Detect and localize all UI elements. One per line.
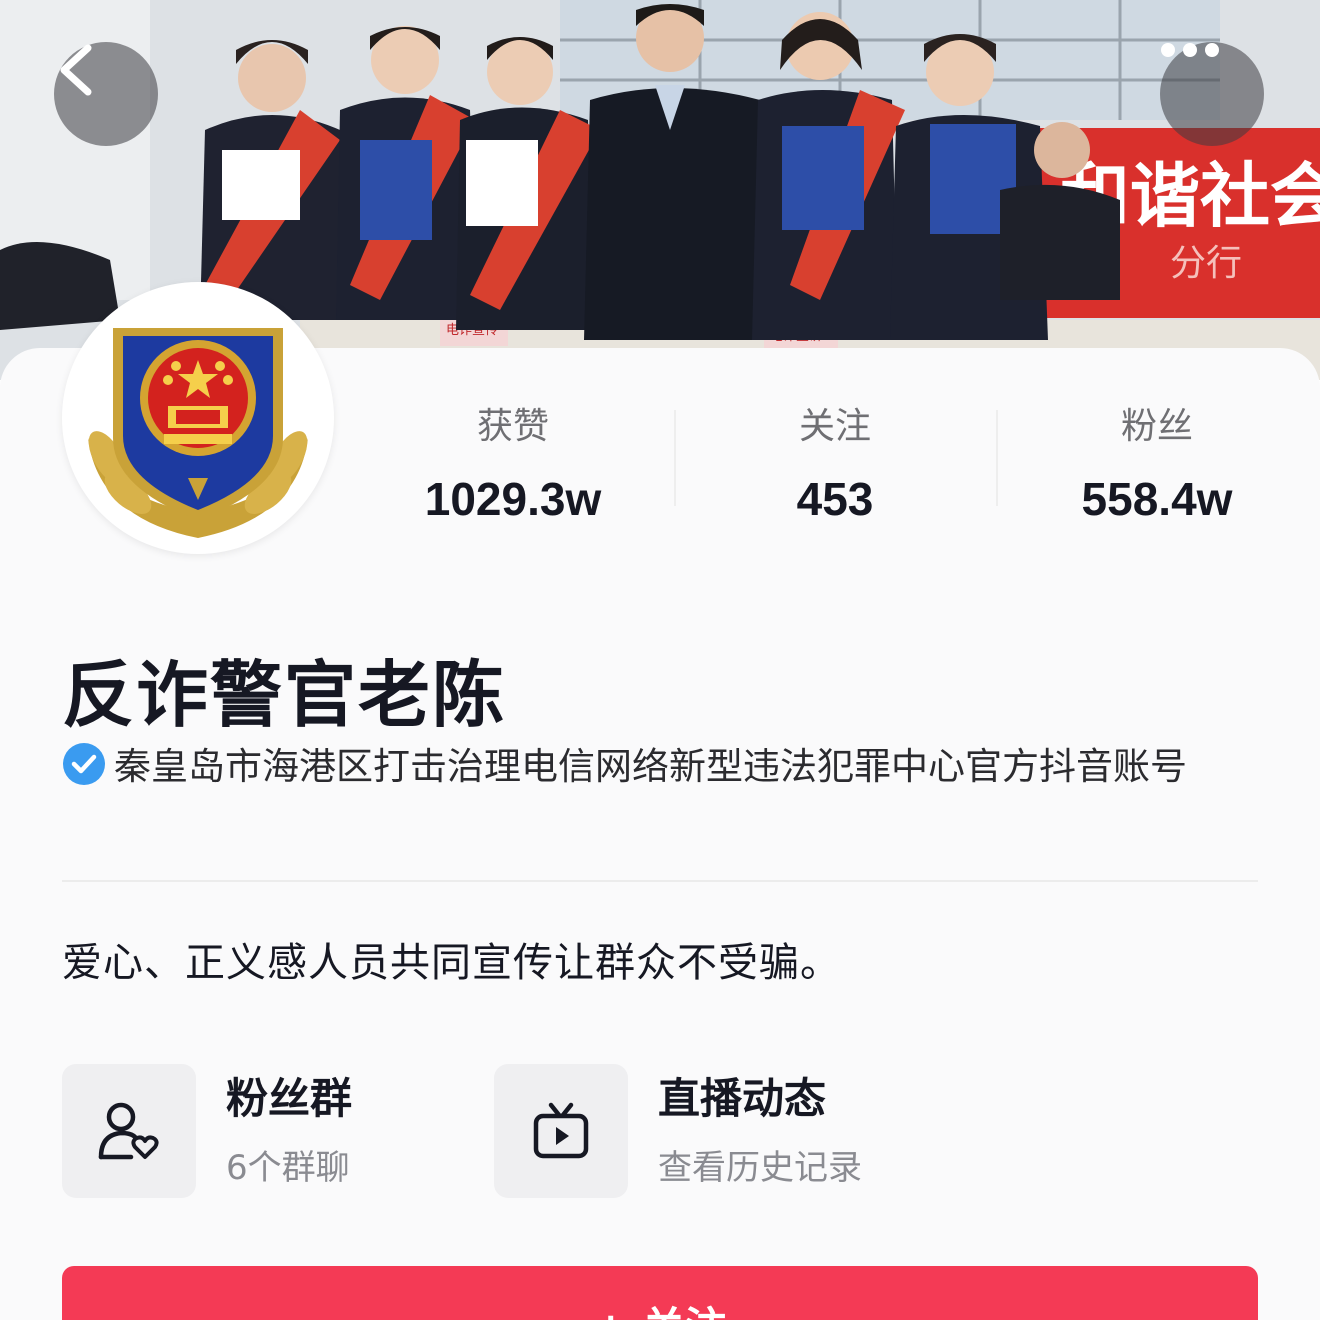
profile-name: 反诈警官老陈 (62, 653, 507, 737)
tv-play-icon (533, 1102, 589, 1159)
more-dots-icon (1161, 43, 1219, 57)
fans-group-title: 粉丝群 (226, 1074, 353, 1123)
live-entry[interactable]: 直播动态 查看历史记录 (494, 1064, 862, 1198)
cover-banner-sub: 分行 (1170, 243, 1242, 284)
verification-text: 秦皇岛市海港区打击治理电信网络新型违法犯罪中心官方抖音账号 (114, 745, 1187, 788)
stat-following[interactable]: 关注 453 (674, 398, 996, 528)
chevron-left-icon (60, 44, 92, 96)
stat-following-value: 453 (796, 473, 874, 525)
divider (62, 880, 1258, 882)
profile-stats: 获赞 1029.3w 关注 453 粉丝 558.4w (352, 398, 1320, 528)
follow-button-label: + 关注 (593, 1294, 727, 1320)
stat-following-label: 关注 (798, 406, 871, 447)
fans-group-subtitle: 6个群聊 (226, 1148, 350, 1188)
avatar[interactable] (62, 282, 334, 554)
back-button[interactable] (54, 42, 158, 146)
stat-likes-label: 获赞 (476, 406, 549, 447)
police-badge-icon (88, 328, 308, 538)
verified-check-icon (63, 743, 105, 785)
stat-fans[interactable]: 粉丝 558.4w (996, 398, 1318, 528)
live-icon-box (494, 1064, 628, 1198)
live-title: 直播动态 (658, 1074, 827, 1123)
stat-fans-value: 558.4w (1081, 473, 1233, 525)
live-subtitle: 查看历史记录 (658, 1148, 862, 1188)
stat-likes-value: 1029.3w (424, 473, 602, 525)
more-button[interactable] (1160, 42, 1264, 146)
fans-group-entry[interactable]: 粉丝群 6个群聊 (62, 1064, 352, 1198)
stat-fans-label: 粉丝 (1120, 406, 1193, 447)
verification-line: 秦皇岛市海港区打击治理电信网络新型违法犯罪中心官方抖音账号 (62, 738, 1262, 796)
fans-group-icon-box (62, 1064, 196, 1198)
follow-button[interactable]: + 关注 (62, 1266, 1258, 1320)
stat-likes[interactable]: 获赞 1029.3w (352, 398, 674, 528)
user-heart-icon (98, 1102, 159, 1160)
profile-bio: 爱心、正义感人员共同宣传让群众不受骗。 (62, 940, 841, 986)
